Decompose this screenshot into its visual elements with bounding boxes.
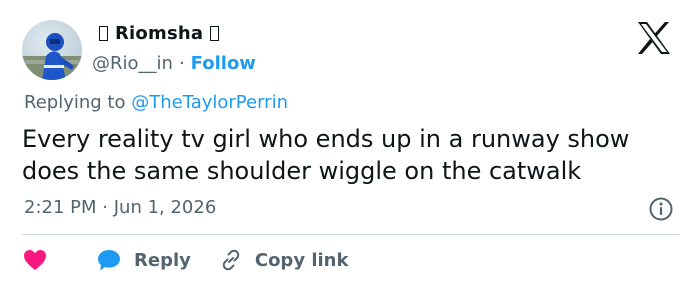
- replying-to-line: Replying to @TheTaylorPerrin: [24, 92, 288, 113]
- reply-button[interactable]: Reply: [96, 248, 191, 272]
- handle-row: @Rio__in · Follow: [92, 50, 256, 76]
- action-bar: Reply Copy link: [22, 246, 376, 274]
- reply-label: Reply: [134, 249, 191, 271]
- user-handle[interactable]: @Rio__in: [92, 53, 173, 74]
- separator-dot: ·: [178, 52, 185, 74]
- embedded-tweet-card: Riomsha @Rio__in · Follow Replying to @T…: [0, 0, 700, 287]
- glyph-box-icon: [99, 25, 108, 41]
- divider: [22, 234, 679, 235]
- copy-link-button[interactable]: Copy link: [219, 248, 349, 272]
- tweet-time: 2:21 PM: [24, 197, 97, 218]
- x-logo-icon[interactable]: [634, 20, 674, 56]
- copy-link-label: Copy link: [254, 249, 349, 271]
- like-button[interactable]: [22, 248, 48, 272]
- speech-bubble-icon: [98, 250, 120, 271]
- follow-button[interactable]: Follow: [191, 53, 256, 74]
- replying-to-mention[interactable]: @TheTaylorPerrin: [131, 92, 288, 113]
- name-row: Riomsha: [92, 20, 256, 46]
- separator-dot: ·: [102, 197, 108, 218]
- tweet-date: Jun 1, 2026: [113, 197, 217, 218]
- link-icon: [222, 249, 240, 271]
- tweet-text: Every reality tv girl who ends up in a r…: [22, 123, 682, 187]
- heart-icon: [24, 250, 46, 270]
- author-block: Riomsha @Rio__in · Follow: [92, 20, 256, 76]
- replying-prefix: Replying to: [24, 92, 126, 113]
- tweet-text-line: Every reality tv girl who ends up in a r…: [22, 125, 630, 153]
- avatar-image: [22, 33, 82, 80]
- info-icon[interactable]: [648, 196, 674, 222]
- timestamp[interactable]: 2:21 PM · Jun 1, 2026: [24, 197, 216, 218]
- display-name[interactable]: Riomsha: [115, 23, 203, 44]
- avatar[interactable]: [22, 20, 82, 80]
- tweet-text-line: does the same shoulder wiggle on the cat…: [22, 157, 582, 185]
- glyph-box-icon: [210, 25, 220, 41]
